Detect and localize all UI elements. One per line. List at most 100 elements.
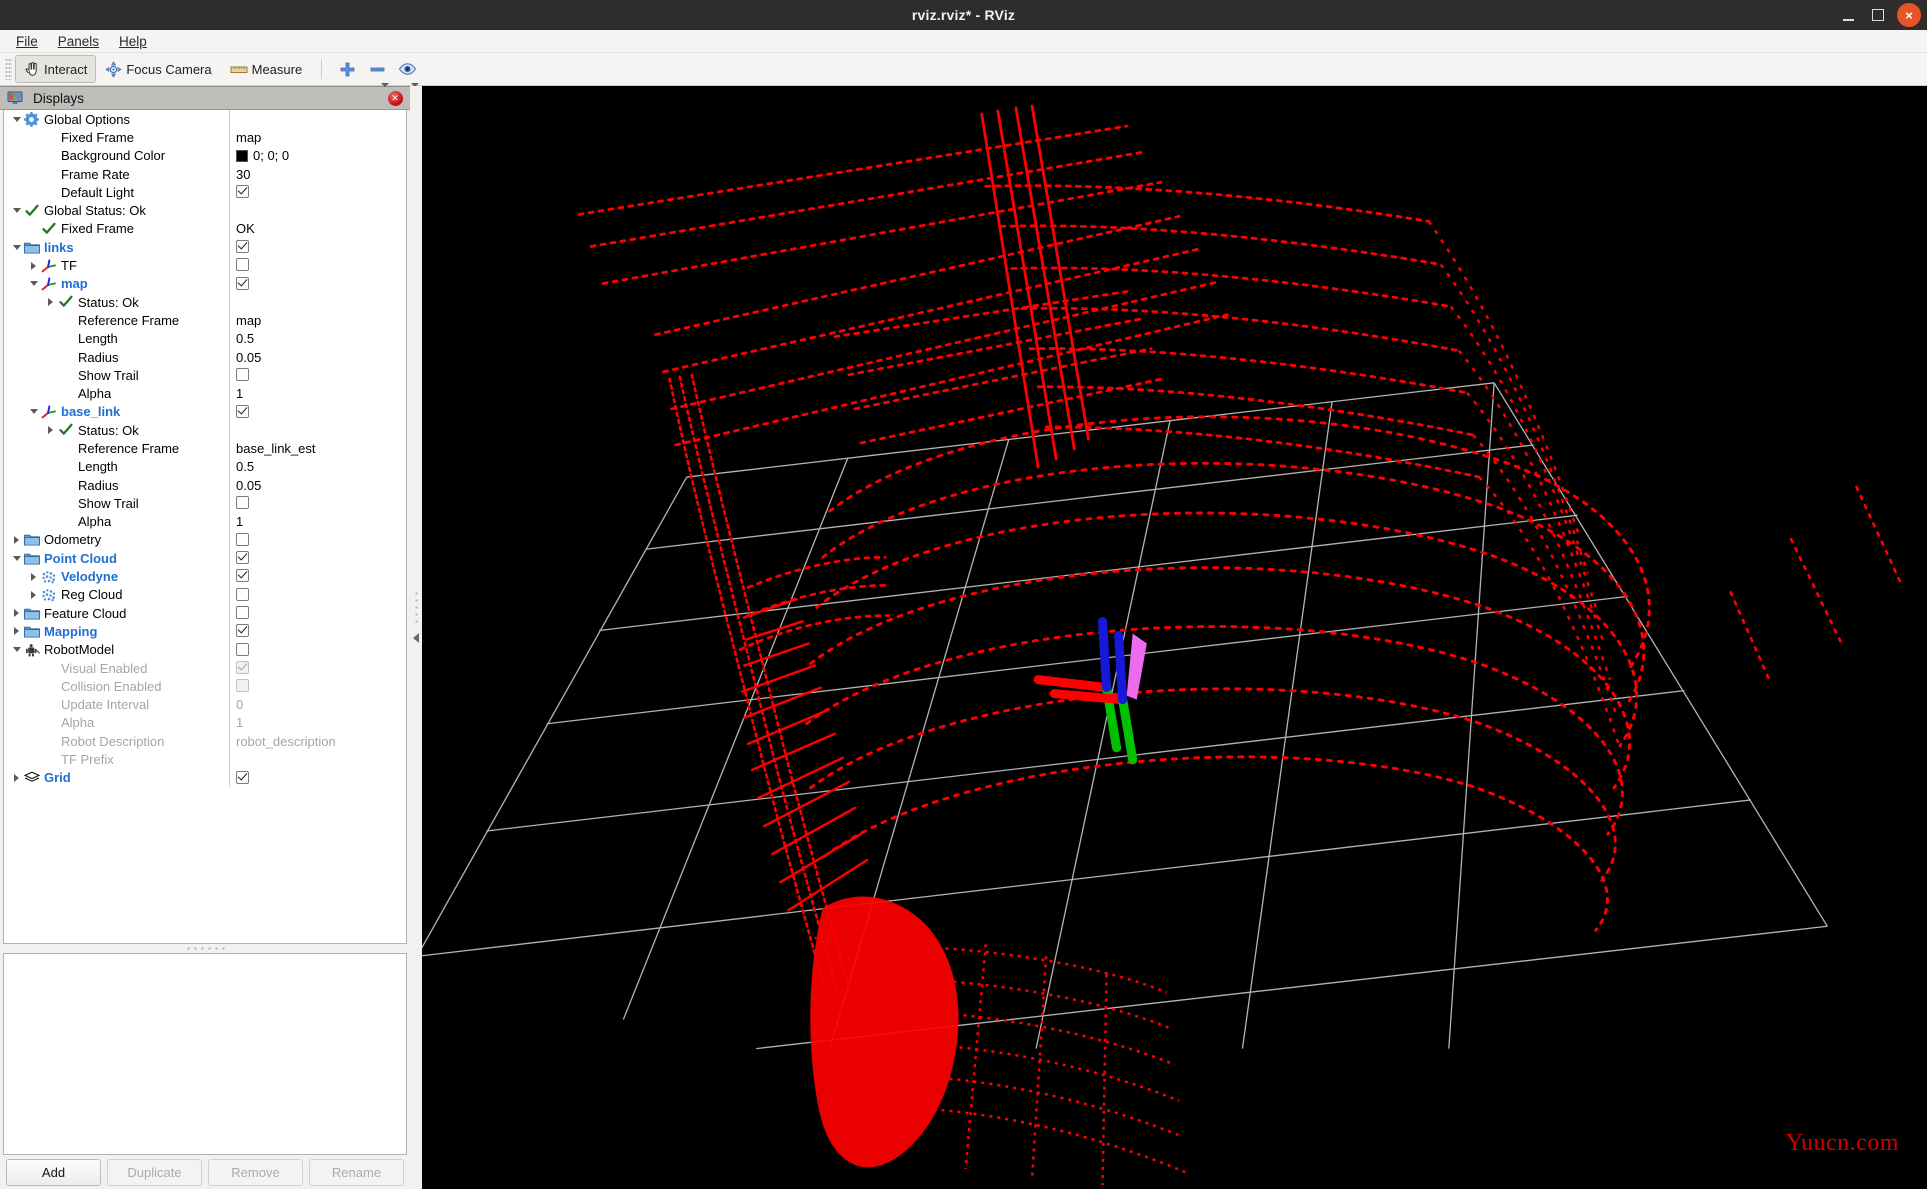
tree-row[interactable]: Reg Cloud [4, 586, 406, 604]
tree-item-checkbox[interactable] [236, 258, 249, 272]
collapse-left-arrow-icon[interactable] [413, 632, 419, 643]
tree-row[interactable]: Point Cloud [4, 549, 406, 567]
vertical-splitter[interactable] [410, 86, 422, 1189]
tree-row[interactable]: Default Light [4, 183, 406, 201]
tree-row[interactable]: links [4, 238, 406, 256]
tree-item-checkbox[interactable] [236, 404, 249, 418]
tree-row[interactable]: Update Interval 0 [4, 696, 406, 714]
chevron-right-icon[interactable] [44, 424, 57, 437]
toolbar-grip-icon[interactable] [5, 58, 12, 80]
selection-panel[interactable] [3, 953, 407, 1155]
tree-item-color-value[interactable]: 0; 0; 0 [236, 148, 289, 163]
tree-item-value[interactable]: 0.5 [236, 459, 254, 474]
chevron-down-icon[interactable] [10, 552, 23, 565]
tree-item-value[interactable]: 1 [236, 386, 243, 401]
tree-item-value[interactable]: 30 [236, 167, 250, 182]
tree-item-checkbox[interactable] [236, 368, 249, 382]
tree-row[interactable]: TF Prefix [4, 750, 406, 768]
menu-help[interactable]: Help [109, 32, 157, 51]
tree-item-value[interactable]: 0 [236, 697, 243, 712]
tree-row[interactable]: map [4, 275, 406, 293]
tree-row[interactable]: Alpha 1 [4, 384, 406, 402]
tree-row[interactable]: Collision Enabled [4, 677, 406, 695]
tree-item-checkbox[interactable] [236, 185, 249, 199]
tree-item-checkbox[interactable] [236, 624, 249, 638]
focus-camera-tool-button[interactable]: Focus Camera [96, 55, 220, 83]
tree-row[interactable]: Global Status: Ok [4, 201, 406, 219]
tree-row[interactable]: Radius 0.05 [4, 476, 406, 494]
tree-row[interactable]: Visual Enabled [4, 659, 406, 677]
displays-tree-scroll[interactable]: Global Options Fixed Frame map Background C… [3, 110, 407, 944]
tree-item-value[interactable]: base_link_est [236, 441, 316, 456]
chevron-down-icon[interactable] [27, 277, 40, 290]
menu-file[interactable]: File [6, 32, 48, 51]
tree-row[interactable]: Background Color 0; 0; 0 [4, 147, 406, 165]
tree-item-checkbox[interactable] [236, 770, 249, 784]
chevron-down-icon[interactable] [10, 204, 23, 217]
tree-item-checkbox[interactable] [236, 606, 249, 620]
tree-item-checkbox[interactable] [236, 569, 249, 583]
tree-item-value[interactable]: 0.05 [236, 478, 261, 493]
tree-row[interactable]: Mapping [4, 622, 406, 640]
chevron-right-icon[interactable] [27, 588, 40, 601]
tree-row[interactable]: Global Options [4, 110, 406, 128]
remove-tool-icon[interactable] [362, 56, 392, 87]
tree-row[interactable]: Fixed Frame OK [4, 220, 406, 238]
remove-tool-chevron-down-icon[interactable] [381, 83, 390, 87]
render-view-3d[interactable]: Yuucn.com [422, 86, 1927, 1189]
tree-item-checkbox[interactable] [236, 551, 249, 565]
chevron-right-icon[interactable] [44, 296, 57, 309]
tree-item-checkbox[interactable] [236, 496, 249, 510]
tree-item-value[interactable]: 0.5 [236, 331, 254, 346]
tree-row[interactable]: Status: Ok [4, 293, 406, 311]
tree-row[interactable]: Length 0.5 [4, 458, 406, 476]
chevron-right-icon[interactable] [10, 607, 23, 620]
tree-row[interactable]: Length 0.5 [4, 330, 406, 348]
tree-item-checkbox[interactable] [236, 276, 249, 290]
minimize-icon[interactable] [1833, 0, 1863, 30]
tree-row[interactable]: Reference Frame map [4, 311, 406, 329]
chevron-down-icon[interactable] [27, 405, 40, 418]
tree-item-checkbox[interactable] [236, 240, 249, 254]
tree-item-value[interactable]: map [236, 130, 261, 145]
tree-item-value[interactable]: 1 [236, 514, 243, 529]
tree-row[interactable]: Alpha 1 [4, 714, 406, 732]
tree-item-value[interactable]: 1 [236, 715, 243, 730]
chevron-right-icon[interactable] [10, 625, 23, 638]
tree-item-value[interactable]: OK [236, 221, 255, 236]
chevron-right-icon[interactable] [10, 533, 23, 546]
panel-close-icon[interactable]: ✕ [386, 89, 404, 107]
tree-item-checkbox[interactable] [236, 532, 249, 546]
tree-row[interactable]: Velodyne [4, 567, 406, 585]
tree-row[interactable]: Grid [4, 769, 406, 787]
horizontal-splitter[interactable] [0, 944, 410, 953]
tree-row[interactable]: RobotModel [4, 641, 406, 659]
chevron-down-icon[interactable] [10, 643, 23, 656]
measure-tool-button[interactable]: Measure [221, 55, 312, 83]
menu-panels[interactable]: Panels [48, 32, 109, 51]
chevron-right-icon[interactable] [27, 570, 40, 583]
tree-item-value[interactable]: 0.05 [236, 350, 261, 365]
tree-row[interactable]: Robot Description robot_description [4, 732, 406, 750]
maximize-icon[interactable] [1863, 0, 1893, 30]
tree-row[interactable]: Odometry [4, 531, 406, 549]
tree-row[interactable]: Show Trail [4, 494, 406, 512]
tree-row[interactable]: Fixed Frame map [4, 128, 406, 146]
tree-row[interactable]: TF [4, 256, 406, 274]
tree-item-checkbox[interactable] [236, 642, 249, 656]
chevron-down-icon[interactable] [10, 241, 23, 254]
add-tool-icon[interactable] [332, 56, 362, 82]
interact-tool-button[interactable]: Interact [15, 55, 97, 83]
tree-row[interactable]: Radius 0.05 [4, 348, 406, 366]
tree-item-value[interactable]: robot_description [236, 734, 336, 749]
chevron-down-icon[interactable] [10, 113, 23, 126]
close-icon[interactable]: × [1897, 3, 1921, 27]
tree-row[interactable]: Alpha 1 [4, 513, 406, 531]
tree-row[interactable]: Frame Rate 30 [4, 165, 406, 183]
tree-row[interactable]: base_link [4, 403, 406, 421]
tree-row[interactable]: Reference Frame base_link_est [4, 439, 406, 457]
add-button[interactable]: Add [6, 1158, 101, 1186]
tree-item-checkbox[interactable] [236, 587, 249, 601]
tree-row[interactable]: Show Trail [4, 366, 406, 384]
tree-row[interactable]: Status: Ok [4, 421, 406, 439]
